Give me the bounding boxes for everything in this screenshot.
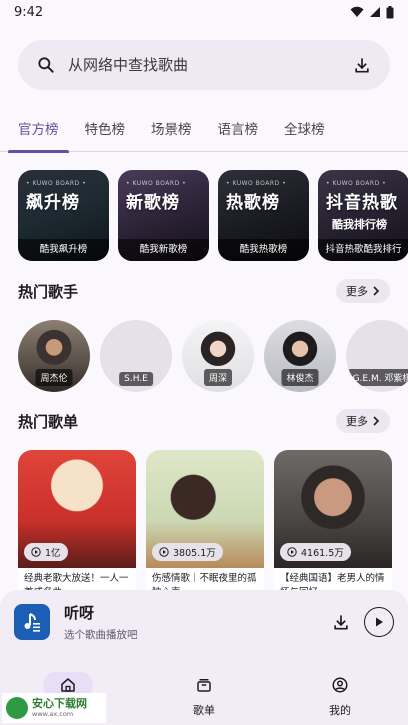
playlist-card[interactable]: 4161.5万 【经典国语】老男人的情怀与回忆	[274, 450, 392, 610]
play-button[interactable]	[364, 607, 394, 637]
board-title: 新歌榜	[126, 193, 180, 213]
watermark: 安心下载网 www.ax.com	[2, 693, 106, 723]
chevron-right-icon	[373, 286, 380, 296]
play-count-icon	[159, 547, 169, 557]
play-count-icon	[287, 547, 297, 557]
board-caption: 酷我热歌榜	[218, 239, 309, 261]
singer-name: 周杰伦	[35, 369, 73, 386]
music-note-icon	[24, 613, 40, 632]
singer-avatar[interactable]: 周杰伦	[18, 320, 90, 392]
singer-avatar[interactable]: 周深	[182, 320, 254, 392]
singer-name: 林俊杰	[281, 369, 319, 386]
search-icon	[38, 57, 54, 73]
tab-language[interactable]: 语言榜	[218, 110, 259, 152]
hot-playlists-more-button[interactable]: 更多	[336, 409, 390, 433]
playlist-card[interactable]: 1亿 经典老歌大放送！一人一首成名曲	[18, 450, 136, 610]
signal-icon	[370, 7, 380, 17]
singer-avatar[interactable]: 林俊杰	[264, 320, 336, 392]
play-count-badge: 1亿	[24, 543, 68, 561]
play-count-badge: 4161.5万	[280, 543, 351, 561]
battery-icon	[386, 5, 394, 18]
board-card[interactable]: • KUWO BOARD • 热歌榜 酷我热歌榜	[218, 170, 309, 261]
hot-playlists-title: 热门歌单	[18, 413, 79, 431]
board-list: • KUWO BOARD • 飙升榜 酷我飙升榜 • KUWO BOARD • …	[18, 170, 408, 261]
player-title: 听呀	[64, 604, 95, 622]
playlist-card[interactable]: 3805.1万 伤感情歌｜不眠夜里的孤独心声	[146, 450, 264, 610]
play-count-icon	[31, 547, 41, 557]
status-bar: 9:42	[0, 0, 408, 24]
download-icon	[334, 615, 348, 630]
status-time: 9:42	[14, 4, 44, 20]
wifi-icon	[350, 6, 364, 17]
board-card[interactable]: • KUWO BOARD • 新歌榜 酷我新歌榜	[118, 170, 209, 261]
playlist-list: 1亿 经典老歌大放送！一人一首成名曲 3805.1万 伤感情歌｜不眠夜里的孤独心…	[18, 450, 392, 610]
singer-name: G.E.M. 邓紫棋	[347, 369, 408, 386]
tab-global[interactable]: 全球榜	[284, 110, 325, 152]
tab-official[interactable]: 官方榜	[8, 110, 68, 153]
board-caption: 酷我新歌榜	[118, 239, 209, 261]
nav-playlists[interactable]: 歌单	[136, 654, 272, 725]
home-icon	[61, 678, 75, 692]
download-icon[interactable]	[352, 55, 372, 75]
board-title: 飙升榜	[26, 193, 80, 213]
board-card[interactable]: • KUWO BOARD • 飙升榜 酷我飙升榜	[18, 170, 109, 261]
board-title: 抖音热歌	[326, 193, 398, 213]
board-caption: 抖音热歌酷我排行	[318, 239, 408, 261]
search-input[interactable]	[68, 56, 352, 74]
search-bar[interactable]	[18, 40, 390, 90]
playlist-icon	[197, 679, 211, 692]
tab-featured[interactable]: 特色榜	[85, 110, 126, 152]
play-icon	[376, 617, 383, 627]
singer-avatar[interactable]: G.E.M. 邓紫棋	[346, 320, 408, 392]
chart-category-tabs: 官方榜 特色榜 场景榜 语言榜 全球榜	[0, 110, 408, 153]
hot-singers-title: 热门歌手	[18, 283, 79, 301]
chevron-right-icon	[373, 416, 380, 426]
singer-list: 周杰伦 S.H.E 周深 林俊杰 G.E.M. 邓紫棋	[18, 320, 408, 392]
player-download-button[interactable]	[326, 607, 356, 637]
profile-icon	[332, 677, 348, 693]
singer-avatar[interactable]: S.H.E	[100, 320, 172, 392]
watermark-logo	[6, 697, 28, 719]
board-card[interactable]: • KUWO BOARD • 抖音热歌 酷我排行榜 抖音热歌酷我排行	[318, 170, 408, 261]
board-subtitle: 酷我排行榜	[332, 218, 387, 231]
tab-scene[interactable]: 场景榜	[151, 110, 192, 152]
player-subtitle: 选个歌曲播放吧	[64, 629, 138, 641]
singer-name: 周深	[203, 369, 233, 386]
hot-singers-more-button[interactable]: 更多	[336, 279, 390, 303]
nav-profile[interactable]: 我的	[272, 654, 408, 725]
play-count-badge: 3805.1万	[152, 543, 223, 561]
board-caption: 酷我飙升榜	[18, 239, 109, 261]
singer-name: S.H.E	[119, 372, 153, 386]
mini-player[interactable]: 听呀 选个歌曲播放吧	[0, 590, 408, 654]
app-logo	[14, 604, 50, 640]
board-title: 热歌榜	[226, 193, 280, 213]
